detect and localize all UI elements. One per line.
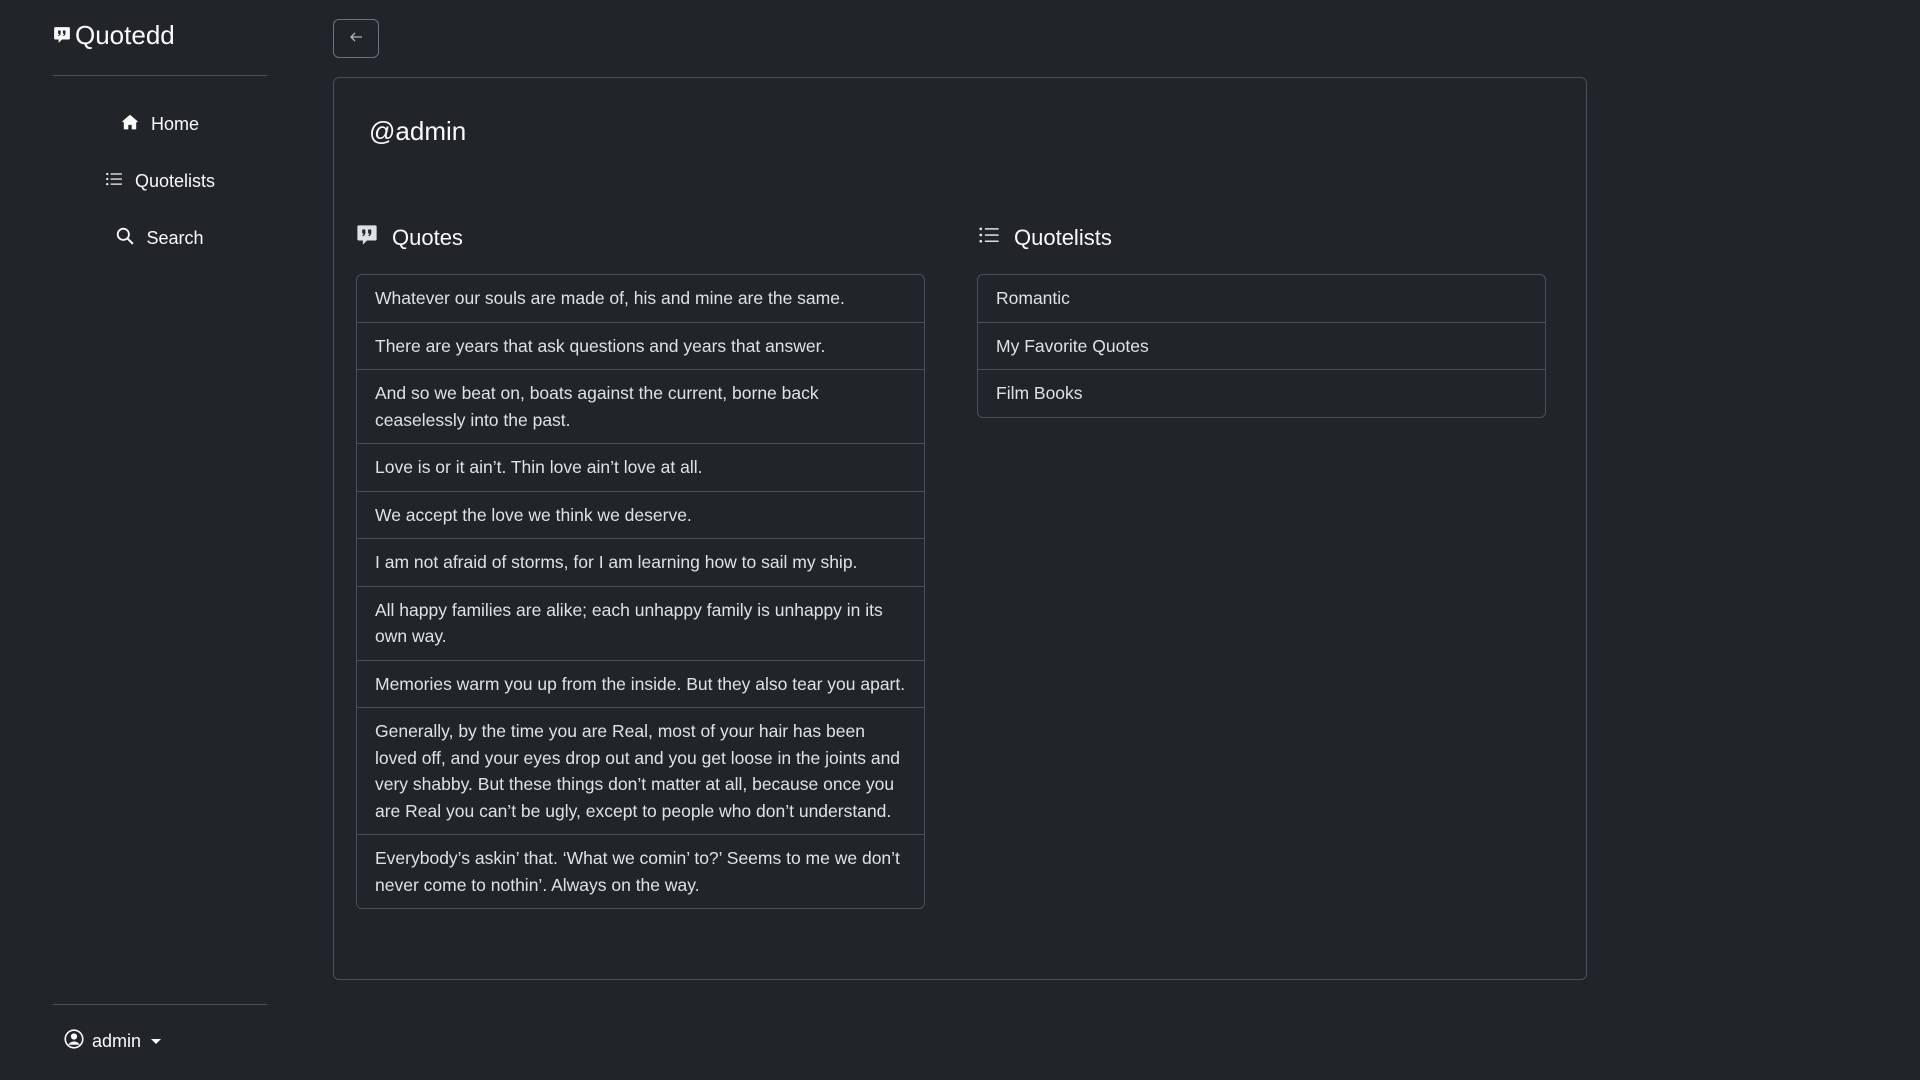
sidebar-item-quotelists[interactable]: Quotelists: [53, 153, 267, 210]
sidebar-divider-top: [53, 75, 267, 76]
quotelists-heading-label: Quotelists: [1014, 225, 1112, 250]
quote-item[interactable]: All happy families are alike; each unhap…: [357, 587, 924, 661]
sidebar-nav: Home Quotelists Search: [53, 96, 267, 267]
quotelist-item[interactable]: My Favorite Quotes: [978, 323, 1545, 370]
caret-down-icon: [151, 1039, 162, 1044]
brand-link[interactable]: Quotedd: [53, 20, 175, 51]
quote-bubble-icon: [53, 20, 71, 51]
user-name: admin: [92, 1031, 142, 1051]
search-icon: [116, 227, 135, 250]
quotes-list: Whatever our souls are made of, his and …: [356, 274, 925, 909]
sidebar-item-label: Home: [150, 114, 199, 134]
quote-item[interactable]: And so we beat on, boats against the cur…: [357, 370, 924, 444]
quotes-heading: Quotes: [356, 224, 463, 252]
quote-item[interactable]: Generally, by the time you are Real, mos…: [357, 708, 924, 835]
profile-card: @admin Quotes Quotelists Whatever our so…: [333, 77, 1587, 980]
arrow-left-icon: [348, 29, 364, 48]
list-icon: [105, 170, 123, 193]
quote-item[interactable]: We accept the love we think we deserve.: [357, 492, 924, 539]
quote-bubble-icon: [356, 224, 378, 252]
quote-item[interactable]: Whatever our souls are made of, his and …: [357, 275, 924, 323]
quotelists-list: Romantic My Favorite Quotes Film Books: [977, 274, 1546, 418]
user-menu[interactable]: admin: [64, 1029, 162, 1054]
quote-item[interactable]: Memories warm you up from the inside. Bu…: [357, 661, 924, 708]
sidebar-item-label: Quotelists: [134, 171, 216, 191]
sidebar-item-home[interactable]: Home: [53, 96, 267, 153]
quotelists-heading: Quotelists: [978, 224, 1112, 252]
quotelist-item[interactable]: Romantic: [978, 275, 1545, 323]
quote-item[interactable]: Love is or it ain’t. Thin love ain’t lov…: [357, 444, 924, 492]
quote-item[interactable]: I am not afraid of storms, for I am lear…: [357, 539, 924, 587]
back-button[interactable]: [333, 19, 379, 58]
sidebar-item-search[interactable]: Search: [53, 210, 267, 267]
sidebar: Quotedd Home Quotelists Search admin: [0, 0, 320, 1080]
list-icon: [978, 224, 1000, 252]
brand-name: Quotedd: [75, 20, 175, 50]
sidebar-item-label: Search: [146, 228, 204, 248]
home-icon: [121, 113, 139, 136]
quote-item[interactable]: Everybody’s askin’ that. ‘What we comin’…: [357, 835, 924, 908]
quotelist-item[interactable]: Film Books: [978, 370, 1545, 417]
page-title: @admin: [369, 116, 467, 146]
sidebar-divider-bottom: [53, 1004, 267, 1005]
user-circle-icon: [64, 1029, 84, 1054]
quotes-heading-label: Quotes: [392, 225, 463, 250]
quote-item[interactable]: There are years that ask questions and y…: [357, 323, 924, 370]
